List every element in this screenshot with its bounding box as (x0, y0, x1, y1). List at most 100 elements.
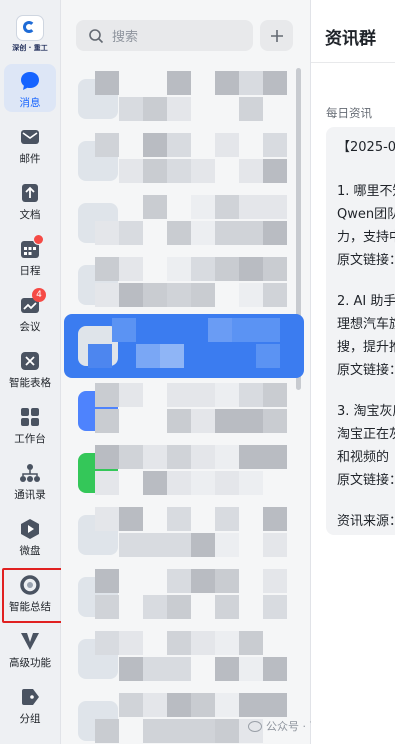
mosaic-tile (263, 383, 287, 407)
mosaic-tile (215, 383, 239, 407)
mosaic-tile (191, 631, 215, 655)
mosaic-tile (143, 97, 167, 121)
chat-pane: 资讯群 每日资讯 【2025-08 1. 哪里不知 Qwen团队 力，支持中 原… (311, 0, 395, 744)
mosaic-tile (191, 569, 215, 593)
blurred-content (95, 257, 295, 313)
blurred-content (95, 195, 295, 251)
mosaic-tile (160, 344, 184, 368)
mosaic-tile (95, 445, 119, 469)
nav-item-contacts[interactable]: 通讯录 (4, 456, 56, 504)
logo-mark-icon (16, 15, 44, 41)
mosaic-tile (191, 159, 215, 183)
mosaic-tile (95, 507, 119, 531)
mosaic-tile (239, 657, 263, 681)
mosaic-tile (95, 631, 119, 655)
message-line: 3. 淘宝灰度 (337, 404, 395, 419)
mosaic-tile (191, 195, 215, 219)
message-line: 资讯来源： (337, 514, 395, 529)
mosaic-tile (215, 471, 239, 495)
mail-icon (19, 126, 41, 148)
mosaic-tile (239, 71, 263, 95)
message-line: 理想汽车旗 (337, 317, 395, 332)
mosaic-tile (215, 533, 239, 557)
meeting-icon: 4 (19, 288, 46, 316)
chat-list-item-selected[interactable] (64, 314, 304, 378)
blurred-content (95, 569, 295, 625)
nav-label: 会议 (19, 321, 41, 333)
mosaic-tile (239, 409, 263, 433)
message-line: 和视频的 (337, 450, 390, 465)
mosaic-tile (167, 533, 191, 557)
mosaic-tile (191, 221, 215, 245)
contacts-icon (19, 462, 41, 484)
nav-item-groups[interactable]: 分组 (4, 680, 56, 728)
plus-icon (270, 29, 283, 42)
blurred-content (95, 71, 295, 127)
mosaic-tile (95, 221, 119, 245)
add-button[interactable] (260, 20, 293, 51)
mosaic-tile (95, 71, 119, 95)
mosaic-tile (263, 221, 287, 245)
mosaic-tile (143, 195, 167, 219)
chat-list-item[interactable] (71, 565, 293, 627)
chat-list-item[interactable] (71, 503, 293, 565)
chat-list-item[interactable] (71, 379, 293, 441)
nav-item-workbench[interactable]: 工作台 (4, 400, 56, 448)
mosaic-tile (263, 257, 287, 281)
workbench-icon (19, 406, 41, 428)
doc-icon (19, 182, 41, 204)
message-line: Qwen团队 (337, 207, 395, 222)
mosaic-tile (119, 283, 143, 307)
mosaic-tile (191, 283, 215, 307)
nav-item-calendar[interactable]: 日程 (4, 232, 56, 280)
mosaic-tile (191, 257, 215, 281)
mosaic-tile (215, 595, 239, 619)
nav-label: 日程 (19, 265, 41, 277)
nav-item-meetings[interactable]: 4 会议 (4, 288, 56, 336)
nav-item-docs[interactable]: 文档 (4, 176, 56, 224)
mosaic-tile (239, 159, 263, 183)
search-box[interactable]: 搜索 (76, 20, 253, 51)
nav-label: 高级功能 (9, 657, 51, 669)
nav-label: 消息 (19, 97, 41, 109)
nav-item-advanced[interactable]: 高级功能 (4, 624, 56, 672)
mosaic-tile (136, 344, 160, 368)
chat-list-item[interactable] (71, 627, 293, 689)
highlight-annotation-box (2, 568, 66, 623)
smart-table-icon (19, 350, 41, 372)
mosaic-tile (239, 383, 263, 407)
chat-list-item[interactable] (71, 441, 293, 503)
mosaic-tile (167, 471, 191, 495)
nav-label: 智能表格 (9, 377, 51, 389)
mosaic-tile (95, 409, 119, 433)
message-line: 原文链接： (337, 253, 395, 268)
chat-title: 资讯群 (325, 29, 376, 49)
nav-item-drive[interactable]: 微盘 (4, 512, 56, 560)
mosaic-tile (167, 257, 191, 281)
chat-list-item[interactable] (71, 129, 293, 191)
mosaic-tile (215, 71, 239, 95)
mosaic-tile (239, 221, 263, 245)
mosaic-tile (95, 257, 119, 281)
nav-item-smart-table[interactable]: 智能表格 (4, 344, 56, 392)
mosaic-tile (256, 344, 280, 368)
mosaic-tile (95, 595, 119, 619)
drive-icon (19, 518, 41, 540)
mosaic-tile (239, 631, 263, 655)
nav-label: 工作台 (14, 433, 46, 445)
mosaic-tile (191, 383, 215, 407)
mosaic-tile (263, 409, 287, 433)
chat-list-item[interactable] (71, 253, 293, 315)
chat-list-item[interactable] (71, 67, 293, 129)
org-logo[interactable]: 深创 · 重工 (9, 15, 51, 53)
mosaic-tile (239, 693, 263, 717)
nav-item-mail[interactable]: 邮件 (4, 120, 56, 168)
nav-item-messages[interactable]: 消息 (4, 64, 56, 112)
mosaic-tile (263, 195, 287, 219)
mosaic-tile (215, 693, 239, 717)
mosaic-tile (167, 445, 191, 469)
chat-list-item[interactable] (71, 191, 293, 253)
search-placeholder: 搜索 (112, 30, 139, 45)
mosaic-tile (215, 569, 239, 593)
mosaic-tile (256, 318, 280, 342)
